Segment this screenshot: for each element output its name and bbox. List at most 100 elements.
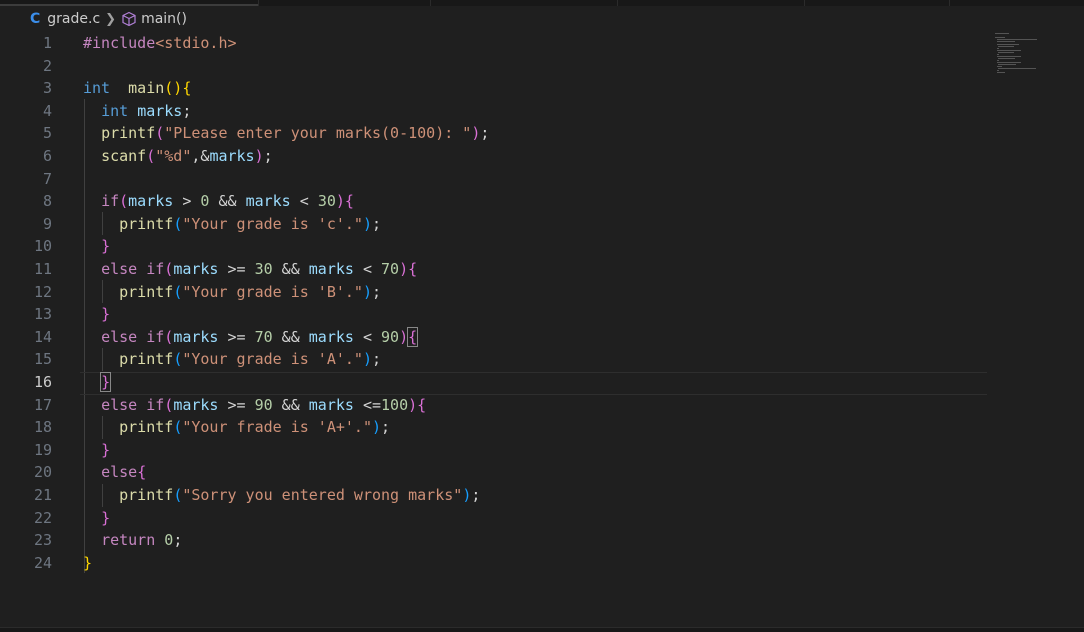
breadcrumb-file[interactable]: grade.c <box>47 11 100 27</box>
code-token: >= <box>218 395 255 414</box>
code-line[interactable]: 24} <box>0 552 990 575</box>
code-line[interactable]: 16 } <box>0 371 990 394</box>
code-line[interactable]: 18 printf("Your frade is 'A+'."); <box>0 416 990 439</box>
breadcrumb: C grade.c ❯ main() <box>0 8 1084 30</box>
line-number: 19 <box>33 440 52 459</box>
code-token: } <box>101 305 111 324</box>
code-line[interactable]: 2 <box>0 55 990 78</box>
code-text[interactable]: } <box>83 552 92 575</box>
code-token: "Your grade is 'B'." <box>182 282 363 301</box>
code-text[interactable]: #include<stdio.h> <box>83 32 237 55</box>
code-line[interactable]: 21 printf("Sorry you entered wrong marks… <box>0 484 990 507</box>
code-token: < <box>353 327 382 346</box>
tab-4[interactable] <box>617 0 805 6</box>
code-text[interactable]: printf("Your grade is 'c'."); <box>83 213 381 236</box>
code-text[interactable]: int marks; <box>83 100 191 123</box>
code-line[interactable]: 15 printf("Your grade is 'A'."); <box>0 348 990 371</box>
code-line[interactable]: 20 else{ <box>0 461 990 484</box>
status-bar <box>0 627 1084 632</box>
code-token: } <box>100 372 112 392</box>
minimap[interactable] <box>993 32 1043 82</box>
code-text[interactable]: if(marks > 0 && marks < 30){ <box>83 190 354 213</box>
code-token: ,& <box>191 147 210 165</box>
tab-strip <box>0 0 1084 6</box>
code-token: { <box>137 463 147 482</box>
code-token: ; <box>471 486 481 504</box>
code-token: scanf <box>101 147 147 165</box>
tab-2[interactable] <box>258 0 431 6</box>
tab-5[interactable] <box>804 0 950 6</box>
code-line[interactable]: 19 } <box>0 439 990 462</box>
code-text[interactable]: scanf("%d",&marks); <box>83 145 273 168</box>
code-token: ; <box>263 147 273 165</box>
code-text[interactable]: else{ <box>83 461 146 484</box>
code-token: ) <box>462 486 472 504</box>
code-token: <stdio.h> <box>155 34 237 52</box>
code-token: ( <box>119 192 129 211</box>
cube-icon <box>122 11 136 27</box>
line-number: 5 <box>42 124 52 143</box>
code-text[interactable]: } <box>83 371 112 394</box>
code-text[interactable]: } <box>83 235 110 258</box>
code-token: } <box>83 553 93 572</box>
tab-3[interactable] <box>430 0 618 6</box>
code-line[interactable]: 7 <box>0 168 990 191</box>
code-line[interactable]: 5 printf("PLease enter your marks(0-100)… <box>0 122 990 145</box>
code-token: < <box>353 260 382 278</box>
code-token: && <box>272 395 309 414</box>
code-line[interactable]: 14 else if(marks >= 70 && marks < 90){ <box>0 326 990 349</box>
code-text[interactable]: printf("PLease enter your marks(0-100): … <box>83 122 489 145</box>
code-token: 30 <box>254 260 273 278</box>
code-line[interactable]: 13 } <box>0 303 990 326</box>
code-token: ; <box>173 531 183 550</box>
code-line[interactable]: 10 } <box>0 235 990 258</box>
code-text[interactable]: printf("Your grade is 'B'."); <box>83 281 381 304</box>
breadcrumb-symbol[interactable]: main() <box>141 11 187 27</box>
code-text[interactable]: } <box>83 507 110 530</box>
code-editor[interactable]: 1 #include<stdio.h> 2 3 int main(){4 int mar… <box>0 32 1084 612</box>
code-line[interactable]: 17 else if(marks >= 90 && marks <=100){ <box>0 394 990 417</box>
code-line[interactable]: 12 printf("Your grade is 'B'."); <box>0 281 990 304</box>
code-token: 0 <box>164 531 174 550</box>
code-line[interactable]: 22 } <box>0 507 990 530</box>
code-token: ) <box>362 350 372 369</box>
code-token: if <box>146 327 165 346</box>
code-line[interactable]: 4 int marks; <box>0 100 990 123</box>
code-token: > <box>173 192 201 211</box>
code-token: marks <box>173 395 219 414</box>
code-token: printf <box>119 486 174 504</box>
code-text[interactable]: } <box>83 439 110 462</box>
code-text[interactable]: printf("Your grade is 'A'."); <box>83 348 381 371</box>
code-token: marks <box>137 101 183 120</box>
code-line[interactable]: 3 int main(){ <box>0 77 990 100</box>
code-text[interactable]: printf("Sorry you entered wrong marks"); <box>83 484 480 507</box>
code-text[interactable]: return 0; <box>83 529 182 552</box>
line-number: 1 <box>42 34 52 52</box>
code-line[interactable]: 9 printf("Your grade is 'c'."); <box>0 213 990 236</box>
code-line[interactable]: 1 #include<stdio.h> <box>0 32 990 55</box>
code-line[interactable]: 6 scanf("%d",&marks); <box>0 145 990 168</box>
line-number: 6 <box>42 147 52 165</box>
code-token: main <box>128 79 165 98</box>
code-token: { <box>408 260 418 278</box>
code-token: 90 <box>254 395 273 414</box>
code-text[interactable]: else if(marks >= 70 && marks < 90){ <box>83 326 419 349</box>
code-text[interactable]: int main(){ <box>83 77 191 100</box>
code-text[interactable]: else if(marks >= 90 && marks <=100){ <box>83 394 426 417</box>
code-line[interactable]: 11 else if(marks >= 30 && marks < 70){ <box>0 258 990 281</box>
code-text[interactable]: printf("Your frade is 'A+'."); <box>83 416 390 439</box>
code-token: marks <box>308 260 354 278</box>
line-number: 23 <box>33 531 52 550</box>
code-token: { <box>417 395 427 414</box>
code-line[interactable]: 23 return 0; <box>0 529 990 552</box>
code-token: ) <box>372 418 382 437</box>
code-line[interactable]: 8 if(marks > 0 && marks < 30){ <box>0 190 990 213</box>
code-text[interactable]: } <box>83 303 110 326</box>
code-text[interactable]: else if(marks >= 30 && marks < 70){ <box>83 258 417 281</box>
code-token: 100 <box>381 395 409 414</box>
